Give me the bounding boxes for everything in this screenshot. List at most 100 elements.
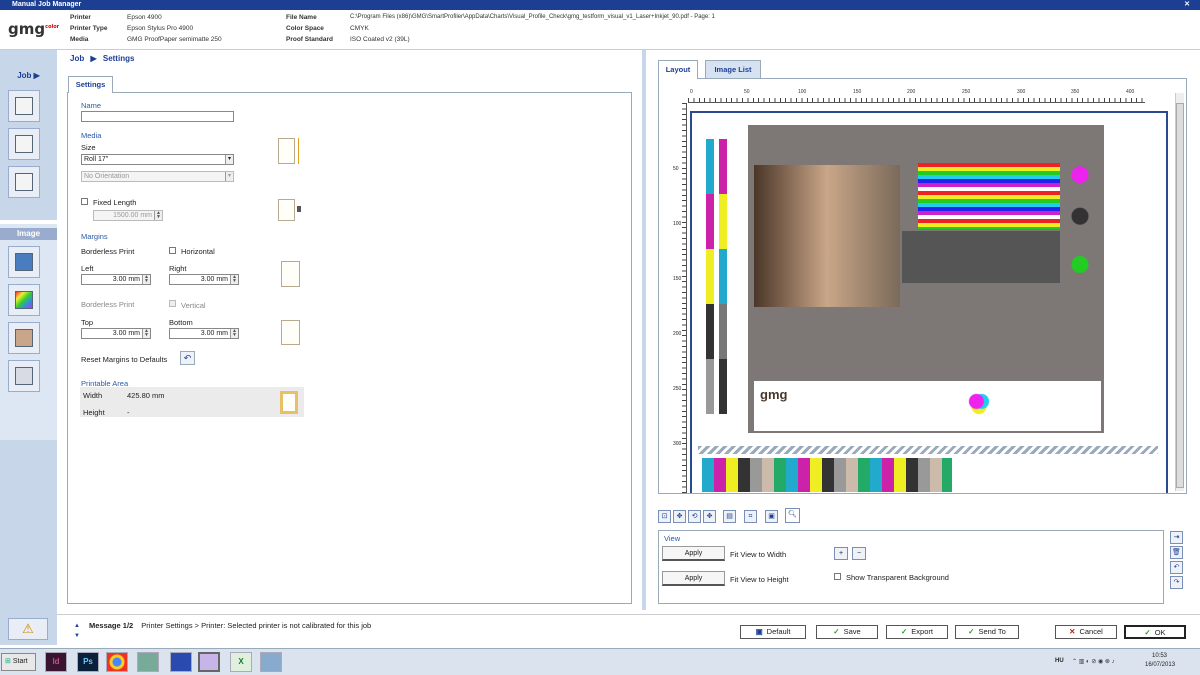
name-input[interactable]	[81, 111, 234, 122]
close-icon[interactable]: ✕	[1180, 0, 1194, 10]
reset-margins-button[interactable]: ↶	[180, 351, 195, 365]
scroll-thumb[interactable]	[1176, 103, 1184, 488]
printer-type-label: Printer Type	[70, 25, 108, 32]
tab-layout[interactable]: Layout	[658, 60, 698, 79]
breadcrumb-job[interactable]: Job	[70, 54, 84, 63]
color-cube-icon	[15, 291, 33, 309]
hatch-strip	[698, 446, 1158, 454]
send-to-button[interactable]: ✓ Send To	[955, 625, 1019, 639]
zoom-in-icon[interactable]: +	[834, 547, 848, 560]
message-navigation: ▲ ▼	[70, 621, 84, 641]
ok-button[interactable]: ✓ OK	[1124, 625, 1186, 639]
image-folder-button[interactable]	[8, 246, 40, 278]
language-indicator[interactable]: HU	[1055, 658, 1064, 664]
crop-icon[interactable]: ⌗	[744, 510, 757, 523]
orientation-value: No Orientation	[84, 173, 130, 180]
job-printer-button[interactable]	[8, 166, 40, 198]
stepper-icon[interactable]: ▲ ▼	[230, 275, 238, 284]
layout-preview[interactable]: 0 50 100 150 200 250 300 350 400 50 100 …	[658, 78, 1187, 494]
image-portrait-button[interactable]	[8, 322, 40, 354]
right-margin-input[interactable]: 3.00 mm ▲ ▼	[169, 274, 239, 285]
zoom-out-icon[interactable]: −	[852, 547, 866, 560]
frame-icon[interactable]: ▣	[765, 510, 778, 523]
apply-fit-height-button[interactable]: Apply	[662, 571, 725, 586]
size-select[interactable]: Roll 17" ▾	[81, 154, 234, 165]
horizontal-label: Horizontal	[181, 247, 215, 256]
window-app-icon[interactable]	[260, 652, 282, 672]
image-color-button[interactable]	[8, 284, 40, 316]
warning-button[interactable]: ⚠	[8, 618, 48, 640]
width-label: Width	[83, 391, 103, 400]
color-patches	[702, 458, 952, 492]
message-prev-icon[interactable]: ▲	[70, 621, 84, 631]
indesign-icon[interactable]: Id	[45, 652, 67, 672]
window-title: Manual Job Manager	[12, 1, 82, 8]
redo-icon[interactable]: ↷	[1170, 576, 1183, 589]
apply-fit-width-button[interactable]: Apply	[662, 546, 725, 561]
app-icon[interactable]	[137, 652, 159, 672]
delete-icon[interactable]: 🗑︎	[1170, 546, 1183, 559]
chrome-icon[interactable]	[106, 652, 128, 672]
file-name-value: C:\Program Files (x86)\GMG\SmartProfiler…	[350, 14, 715, 20]
stepper-icon[interactable]: ▲ ▼	[154, 211, 162, 220]
clock-date: 16/07/2013	[1145, 662, 1176, 668]
color-gradient-bars	[918, 163, 1060, 229]
start-button[interactable]: ⊞ Start	[1, 653, 36, 671]
rotate-icon[interactable]: ⟲	[688, 510, 701, 523]
top-margin-input[interactable]: 3.00 mm ▲ ▼	[81, 328, 151, 339]
margins-section-label: Margins	[81, 232, 108, 241]
vertical-checkbox[interactable]	[169, 300, 176, 307]
orientation-select[interactable]: No Orientation ▾	[81, 171, 234, 182]
preview-scrollbar[interactable]	[1175, 93, 1184, 491]
pan-icon[interactable]: ✥	[703, 510, 716, 523]
job-document-button[interactable]	[8, 128, 40, 160]
ruler-label: 0	[690, 89, 693, 95]
import-icon[interactable]: ⇥	[1170, 531, 1183, 544]
stepper-icon[interactable]: ▲ ▼	[230, 329, 238, 338]
move-icon[interactable]: ✥	[673, 510, 686, 523]
job-settings-button[interactable]	[8, 90, 40, 122]
message-next-icon[interactable]: ▼	[70, 631, 84, 641]
zoom-tab-icon[interactable]: 🔍︎	[785, 508, 800, 523]
stepper-icon[interactable]: ▲ ▼	[142, 275, 150, 284]
fixed-length-input[interactable]: 1500.00 mm ▲ ▼	[93, 210, 163, 221]
status-bar	[57, 614, 1200, 646]
close-icon: ✕	[1069, 627, 1076, 636]
fit-icon[interactable]: ⊡	[658, 510, 671, 523]
undo-icon[interactable]: ↶	[1170, 561, 1183, 574]
left-margin-input[interactable]: 3.00 mm ▲ ▼	[81, 274, 151, 285]
tab-image-list[interactable]: Image List	[705, 60, 761, 79]
chevron-down-icon[interactable]: ▾	[225, 172, 233, 181]
photoshop-icon[interactable]: Ps	[77, 652, 99, 672]
reset-icon: ↶	[183, 353, 192, 363]
message-counter: Message 1/2	[89, 621, 134, 630]
fixed-length-checkbox[interactable]	[81, 198, 88, 205]
default-button[interactable]: ▣ Default	[740, 625, 806, 639]
horizontal-checkbox[interactable]	[169, 247, 176, 254]
roll-thumbnail-icon	[278, 138, 295, 164]
check-icon: ✓	[833, 627, 840, 636]
gmg-app-icon[interactable]	[198, 652, 220, 672]
tray-icons[interactable]: ⌃ ▥ ◐ ⊘ ◉ ⊗ ♪	[1072, 658, 1115, 665]
align-icon[interactable]: ▤	[723, 510, 736, 523]
export-label: Export	[911, 627, 933, 636]
borderless-print-label: Borderless Print	[81, 247, 135, 256]
save-button[interactable]: ✓ Save	[816, 625, 878, 639]
ruler-label: 300	[1017, 89, 1026, 95]
job-section-label[interactable]: Job ▶	[0, 71, 57, 80]
height-label: Height	[83, 408, 105, 417]
preview-toolbar: ⊡ ✥ ⟲ ✥ ▤ ⌗ ▣ 🔍︎	[658, 508, 803, 528]
chevron-down-icon[interactable]: ▾	[225, 155, 233, 164]
show-transparent-checkbox[interactable]	[834, 573, 841, 580]
cancel-button[interactable]: ✕ Cancel	[1055, 625, 1117, 639]
bottom-margin-input[interactable]: 3.00 mm ▲ ▼	[169, 328, 239, 339]
excel-icon[interactable]: X	[230, 652, 252, 672]
image-save-button[interactable]	[8, 360, 40, 392]
pane-splitter[interactable]	[642, 50, 646, 610]
export-button[interactable]: ✓ Export	[886, 625, 948, 639]
tab-settings[interactable]: Settings	[68, 76, 113, 93]
borderless-print-label-2: Borderless Print	[81, 300, 135, 309]
stepper-icon[interactable]: ▲ ▼	[142, 329, 150, 338]
ruler-label: 150	[853, 89, 862, 95]
save-app-icon[interactable]	[170, 652, 192, 672]
